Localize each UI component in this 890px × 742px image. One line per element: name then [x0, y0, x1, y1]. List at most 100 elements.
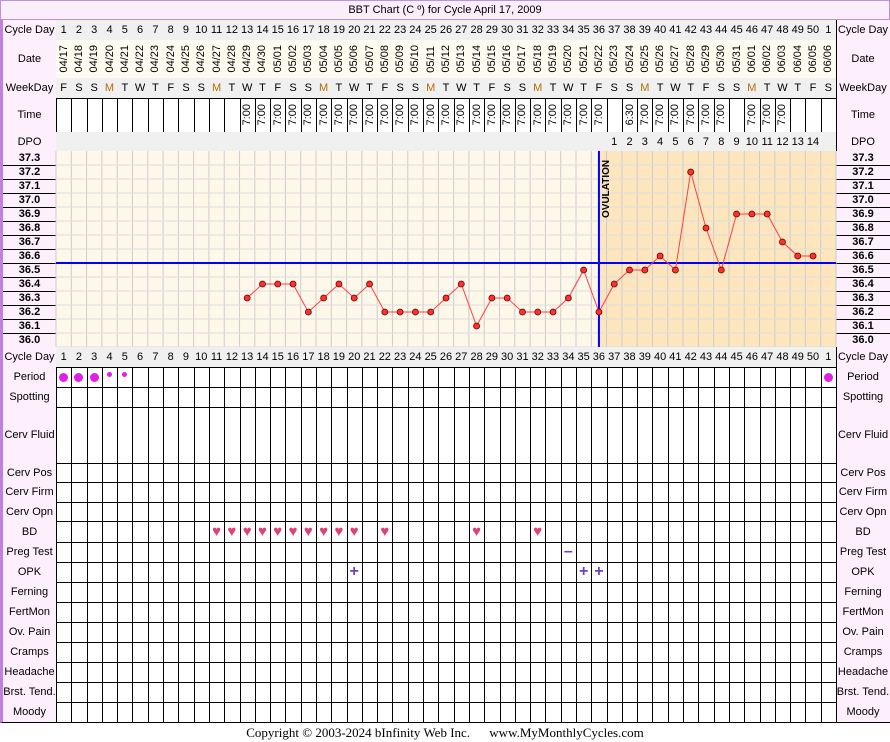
row-spotting-cell[interactable]: [713, 387, 730, 408]
row-cerv-pos-cell[interactable]: [744, 463, 761, 483]
row-cerv-fluid-cell[interactable]: [423, 407, 440, 464]
row-cramps-cell[interactable]: [224, 642, 241, 663]
row-headache-cell[interactable]: [759, 662, 776, 683]
row-preg-test-cell[interactable]: [576, 542, 593, 563]
row-opk-cell[interactable]: [438, 562, 455, 583]
row-cramps-cell[interactable]: [71, 642, 88, 663]
row-period-cell[interactable]: [530, 367, 547, 388]
row-cerv-firm-cell[interactable]: [423, 482, 440, 503]
row-cerv-opn-cell[interactable]: [377, 502, 394, 522]
row-cerv-opn-cell[interactable]: [637, 502, 654, 522]
row-opk-cell[interactable]: [560, 562, 577, 583]
row-period-cell[interactable]: [744, 367, 761, 388]
row-cramps-cell[interactable]: [667, 642, 685, 663]
row-cerv-opn-cell[interactable]: [713, 502, 730, 522]
row-bd-cell[interactable]: [637, 521, 654, 543]
row-cramps-cell[interactable]: [790, 642, 807, 663]
row-ferning-cell[interactable]: [698, 582, 715, 603]
row-cerv-firm-cell[interactable]: [637, 482, 654, 503]
row-preg-test-cell[interactable]: [591, 542, 608, 563]
row-ov-pain-cell[interactable]: [484, 622, 501, 643]
row-ferning-cell[interactable]: [774, 582, 792, 603]
row-cerv-pos-cell[interactable]: [270, 463, 287, 483]
row-ferning-cell[interactable]: [254, 582, 272, 603]
row-ferning-cell[interactable]: [239, 582, 256, 603]
row-spotting-cell[interactable]: [316, 387, 333, 408]
row-cerv-fluid-cell[interactable]: [270, 407, 287, 464]
row-spotting-cell[interactable]: [453, 387, 470, 408]
row-cerv-pos-cell[interactable]: [377, 463, 394, 483]
row-cerv-opn-cell[interactable]: [117, 502, 134, 522]
row-preg-test-cell[interactable]: [698, 542, 715, 563]
row-preg-test-cell[interactable]: [423, 542, 440, 563]
row-fertmon-cell[interactable]: [407, 602, 425, 623]
row-preg-test-cell[interactable]: [621, 542, 639, 563]
row-cerv-pos-cell[interactable]: [698, 463, 715, 483]
row-preg-test-cell[interactable]: [774, 542, 792, 563]
row-bd-cell[interactable]: [576, 521, 593, 543]
row-ferning-cell[interactable]: [132, 582, 149, 603]
row-headache-cell[interactable]: [285, 662, 302, 683]
row-cramps-cell[interactable]: [254, 642, 272, 663]
row-period-cell[interactable]: [576, 367, 593, 388]
row-ov-pain-cell[interactable]: [759, 622, 776, 643]
row-cerv-fluid-cell[interactable]: [560, 407, 577, 464]
row-fertmon-cell[interactable]: [147, 602, 165, 623]
row-opk-cell[interactable]: [285, 562, 302, 583]
row-opk-cell[interactable]: [208, 562, 226, 583]
row-cerv-pos-cell[interactable]: [484, 463, 501, 483]
row-cramps-cell[interactable]: [132, 642, 149, 663]
row-bd-cell[interactable]: [667, 521, 685, 543]
row-cerv-firm-cell[interactable]: [377, 482, 394, 503]
row-period-cell[interactable]: [790, 367, 807, 388]
row-cramps-cell[interactable]: [545, 642, 562, 663]
row-cerv-opn-cell[interactable]: [728, 502, 746, 522]
row-fertmon-cell[interactable]: [86, 602, 103, 623]
row-cerv-fluid-cell[interactable]: [453, 407, 470, 464]
row-brst-tend-cell[interactable]: [453, 682, 470, 703]
row-ov-pain-cell[interactable]: [514, 622, 532, 643]
row-preg-test-cell[interactable]: [377, 542, 394, 563]
row-opk-cell[interactable]: [331, 562, 348, 583]
row-period-cell[interactable]: [774, 367, 792, 388]
row-moody-cell[interactable]: [147, 702, 165, 723]
row-ov-pain-cell[interactable]: [774, 622, 792, 643]
row-ferning-cell[interactable]: [377, 582, 394, 603]
row-ov-pain-cell[interactable]: [407, 622, 425, 643]
row-cerv-pos-cell[interactable]: [346, 463, 363, 483]
row-headache-cell[interactable]: [377, 662, 394, 683]
row-period-cell[interactable]: [270, 367, 287, 388]
row-spotting-cell[interactable]: [499, 387, 516, 408]
row-spotting-cell[interactable]: [178, 387, 195, 408]
row-cerv-fluid-cell[interactable]: [163, 407, 180, 464]
row-cerv-fluid-cell[interactable]: [300, 407, 317, 464]
row-bd-cell[interactable]: [545, 521, 562, 543]
row-cerv-fluid-cell[interactable]: [667, 407, 685, 464]
row-cerv-fluid-cell[interactable]: [438, 407, 455, 464]
row-cramps-cell[interactable]: [361, 642, 379, 663]
row-bd-cell[interactable]: [361, 521, 379, 543]
row-ferning-cell[interactable]: [759, 582, 776, 603]
row-cramps-cell[interactable]: [820, 642, 837, 663]
row-preg-test-cell[interactable]: [270, 542, 287, 563]
row-cramps-cell[interactable]: [468, 642, 486, 663]
row-opk-cell[interactable]: [147, 562, 165, 583]
row-cramps-cell[interactable]: [453, 642, 470, 663]
row-cramps-cell[interactable]: [101, 642, 119, 663]
row-cerv-firm-cell[interactable]: [759, 482, 776, 503]
row-cerv-opn-cell[interactable]: [147, 502, 165, 522]
row-bd-cell[interactable]: ♥: [270, 521, 287, 543]
row-fertmon-cell[interactable]: [805, 602, 822, 623]
row-period-cell[interactable]: [147, 367, 165, 388]
row-cerv-firm-cell[interactable]: [132, 482, 149, 503]
row-brst-tend-cell[interactable]: [224, 682, 241, 703]
row-moody-cell[interactable]: [759, 702, 776, 723]
row-moody-cell[interactable]: [132, 702, 149, 723]
row-cerv-firm-cell[interactable]: [300, 482, 317, 503]
row-period-cell[interactable]: [224, 367, 241, 388]
row-period-cell[interactable]: [805, 367, 822, 388]
row-cerv-firm-cell[interactable]: [208, 482, 226, 503]
row-fertmon-cell[interactable]: [790, 602, 807, 623]
row-ov-pain-cell[interactable]: [147, 622, 165, 643]
row-brst-tend-cell[interactable]: [331, 682, 348, 703]
